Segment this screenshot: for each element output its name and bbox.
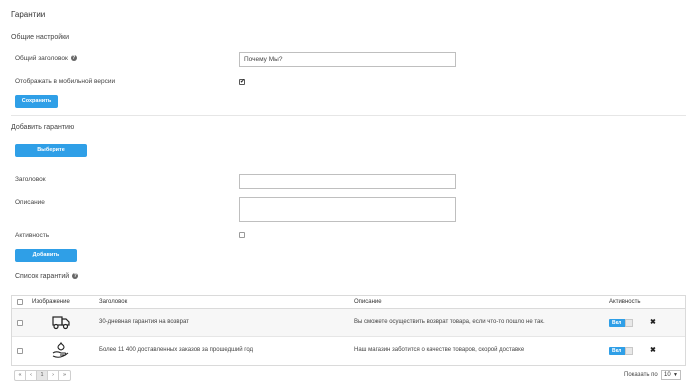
active-label: Активность (15, 232, 50, 239)
hand-care-icon (52, 341, 70, 359)
heading-input[interactable] (239, 174, 456, 189)
guarantee-list-heading: Список гарантий (15, 273, 70, 280)
row-checkbox[interactable] (17, 348, 23, 354)
delivery-truck-icon (52, 314, 70, 330)
active-toggle[interactable]: Вкл (609, 319, 633, 327)
column-description[interactable]: Описание (354, 299, 382, 305)
first-page-button[interactable]: « (15, 371, 26, 380)
help-icon[interactable]: ? (72, 273, 79, 280)
active-toggle[interactable]: Вкл (609, 347, 633, 355)
divider (11, 115, 686, 116)
table-row: 30-дневная гарантия на возврат Вы сможет… (12, 309, 685, 337)
prev-page-button[interactable]: ‹ (26, 371, 37, 380)
guarantees-table: Изображение Заголовок Описание Активност… (11, 295, 686, 366)
per-page-select[interactable]: 10 ▼ (661, 370, 681, 380)
row-description: Вы сможете осуществить возврат товара, е… (354, 319, 545, 325)
choose-image-button[interactable]: Выберите изображение (15, 144, 87, 166)
next-page-button[interactable]: › (48, 371, 59, 380)
toggle-knob (625, 347, 633, 355)
heading-label: Заголовок (15, 176, 46, 183)
general-settings-heading: Общие настройки (11, 34, 70, 41)
general-title-label: Общий заголовок (15, 55, 68, 62)
mobile-version-checkbox[interactable] (239, 79, 245, 85)
pagination: « ‹ 1 › » (14, 370, 71, 381)
column-image[interactable]: Изображение (32, 299, 70, 305)
description-textarea[interactable] (239, 197, 456, 222)
general-title-input[interactable]: Почему Мы? (239, 52, 456, 67)
help-icon[interactable]: ? (70, 55, 77, 62)
general-title-label-wrap: Общий заголовок? (15, 55, 77, 62)
row-heading: 30-дневная гарантия на возврат (99, 319, 189, 325)
row-description: Наш магазин заботится о качестве товаров… (354, 347, 525, 353)
add-guarantee-button[interactable]: Добавить гарантию (15, 249, 77, 271)
column-active[interactable]: Активность (609, 299, 641, 305)
toggle-label: Вкл (612, 348, 622, 354)
add-guarantee-heading: Добавить гарантию (11, 124, 75, 131)
delete-icon[interactable]: ✖ (650, 346, 656, 354)
chevron-down-icon: ▼ (673, 372, 678, 378)
select-all-checkbox[interactable] (17, 299, 23, 305)
toggle-label: Вкл (612, 320, 622, 326)
row-heading: Более 11 400 доставленных заказов за про… (99, 347, 254, 353)
delete-icon[interactable]: ✖ (650, 318, 656, 326)
page-1-button[interactable]: 1 (37, 371, 48, 380)
column-heading[interactable]: Заголовок (99, 299, 127, 305)
save-button[interactable]: Сохранить (15, 95, 58, 108)
row-checkbox[interactable] (17, 320, 23, 326)
page-title: Гарантии (11, 10, 46, 19)
guarantee-list-heading-wrap: Список гарантий? (15, 273, 79, 280)
table-row: Более 11 400 доставленных заказов за про… (12, 337, 685, 365)
table-header: Изображение Заголовок Описание Активност… (12, 296, 685, 309)
active-checkbox[interactable] (239, 232, 245, 238)
mobile-version-label: Отображать в мобильной версии (15, 78, 116, 85)
last-page-button[interactable]: » (59, 371, 70, 380)
toggle-knob (625, 319, 633, 327)
per-page-value: 10 (664, 372, 671, 378)
description-label: Описание (15, 199, 45, 206)
per-page-label: Показать по (624, 372, 658, 378)
